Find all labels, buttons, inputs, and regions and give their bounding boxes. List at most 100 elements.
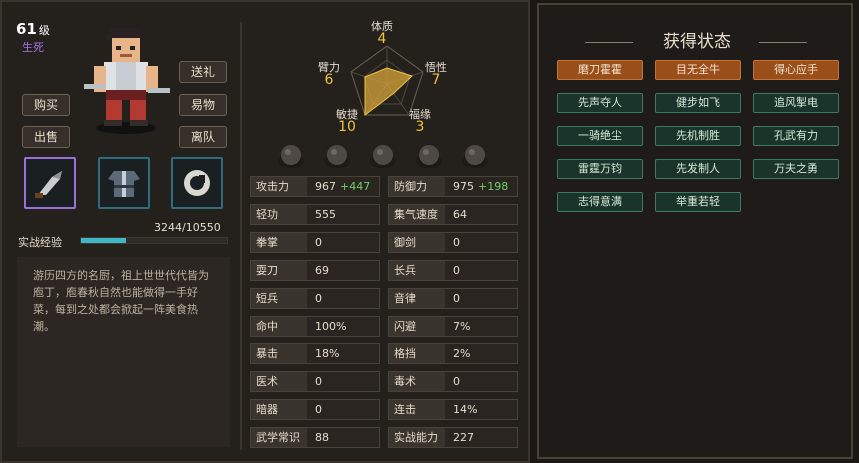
stat-value-number: 7% — [453, 319, 471, 333]
socket-slot[interactable] — [277, 143, 305, 171]
stat-value-number: 0 — [453, 235, 460, 249]
stat-bonus: +198 — [478, 180, 509, 193]
stat-value-number: 0 — [315, 235, 322, 249]
stat-row: 耍刀 69 — [250, 259, 380, 281]
stat-label: 武学常识 — [251, 428, 307, 448]
stat-label: 毒术 — [389, 372, 445, 392]
stat-value: 64 — [453, 205, 467, 224]
stat-row: 连击 14% — [388, 399, 518, 421]
sell-button[interactable]: 出售 — [22, 126, 70, 148]
stat-row: 武学常识 88 — [250, 427, 380, 449]
stat-value-number: 555 — [315, 207, 336, 221]
stat-value-number: 967 — [315, 180, 336, 193]
stat-value: 227 — [453, 428, 474, 447]
stat-value: 0 — [453, 372, 460, 391]
level-unit: 级 — [38, 24, 50, 37]
leave-button[interactable]: 离队 — [179, 126, 227, 148]
stat-value: 0 — [453, 289, 460, 308]
stat-value-number: 18% — [315, 347, 340, 361]
status-tag[interactable]: 先声夺人 — [557, 93, 643, 113]
stat-value: 0 — [315, 289, 322, 308]
stat-row: 暴击 18% — [250, 343, 380, 365]
stat-value-number: 88 — [315, 431, 329, 445]
stat-row: 防御力 975 +198 — [388, 176, 518, 197]
experience-bar — [80, 237, 228, 244]
socket-slot[interactable] — [415, 143, 443, 171]
stat-value: 975 +198 — [453, 177, 508, 196]
status-tag[interactable]: 先机制胜 — [655, 126, 741, 146]
status-tag[interactable]: 目无全牛 — [655, 60, 741, 80]
radar-value-agility: 10 — [338, 119, 356, 135]
status-tag[interactable]: 健步如飞 — [655, 93, 741, 113]
experience-label: 实战经验 — [18, 236, 62, 249]
status-tag[interactable]: 一骑绝尘 — [557, 126, 643, 146]
stat-row: 长兵 0 — [388, 259, 518, 281]
stat-value-number: 0 — [453, 375, 460, 389]
buy-button[interactable]: 购买 — [22, 94, 70, 116]
stat-label: 连击 — [389, 400, 445, 420]
stat-label: 集气速度 — [389, 204, 445, 224]
stat-value-number: 69 — [315, 263, 329, 277]
socket-slot[interactable] — [323, 143, 351, 171]
stat-label: 拳掌 — [251, 232, 307, 252]
gift-button[interactable]: 送礼 — [179, 61, 227, 83]
socket-slot[interactable] — [369, 143, 397, 171]
experience-bar-fill — [81, 238, 126, 243]
title-ornament-right — [759, 42, 807, 43]
level-value: 61 — [16, 20, 37, 38]
stat-row: 格挡 2% — [388, 343, 518, 365]
stat-label: 短兵 — [251, 288, 307, 308]
stat-row: 暗器 0 — [250, 399, 380, 421]
stat-value-number: 0 — [315, 291, 322, 305]
experience-value: 3244/10550 — [154, 221, 221, 234]
status-tag[interactable]: 万夫之勇 — [753, 159, 839, 179]
radar-value-fortune: 3 — [415, 119, 425, 135]
stat-label: 命中 — [251, 316, 307, 336]
status-tag[interactable]: 志得意满 — [557, 192, 643, 212]
status-tag[interactable]: 追风掣电 — [753, 93, 839, 113]
trade-button[interactable]: 易物 — [179, 94, 227, 116]
stat-value: 0 — [315, 233, 322, 252]
stat-row: 拳掌 0 — [250, 231, 380, 253]
stat-value: 0 — [315, 400, 322, 419]
robe-icon — [108, 171, 140, 197]
socket-slot[interactable] — [461, 143, 489, 171]
stat-value: 0 — [453, 261, 460, 280]
stat-label: 暗器 — [251, 400, 307, 420]
character-panel: 61 级 生死 送礼 购买 易物 出售 离队 3244/10550 实战经验 游… — [0, 0, 530, 463]
status-tag[interactable]: 举重若轻 — [655, 192, 741, 212]
status-panel-title: 获得状态 — [663, 32, 731, 52]
status-tag[interactable]: 孔武有力 — [753, 126, 839, 146]
stat-value-number: 975 — [453, 180, 474, 193]
cleaver-icon — [35, 171, 62, 198]
character-portrait — [84, 28, 170, 134]
stat-label: 攻击力 — [251, 177, 307, 196]
stat-label: 耍刀 — [251, 260, 307, 280]
stat-value-number: 0 — [453, 263, 460, 277]
stat-row: 实战能力 227 — [388, 427, 518, 449]
status-tag[interactable]: 雷霆万钧 — [557, 159, 643, 179]
status-tag[interactable]: 得心应手 — [753, 60, 839, 80]
stat-label: 御剑 — [389, 232, 445, 252]
stat-row: 短兵 0 — [250, 287, 380, 309]
stat-label: 长兵 — [389, 260, 445, 280]
stat-label: 防御力 — [389, 177, 445, 196]
accessory-slot[interactable] — [171, 157, 223, 209]
character-bio: 游历四方的名厨，祖上世世代代皆为庖丁，庖春秋自然也能做得一手好菜，每到之处都会掀… — [17, 257, 230, 447]
stat-value-number: 0 — [315, 403, 322, 417]
stat-label: 医术 — [251, 372, 307, 392]
armor-slot[interactable] — [98, 157, 150, 209]
status-tag[interactable]: 先发制人 — [655, 159, 741, 179]
stat-label: 闪避 — [389, 316, 445, 336]
stat-row: 御剑 0 — [388, 231, 518, 253]
stat-value: 18% — [315, 344, 339, 363]
stat-label: 格挡 — [389, 344, 445, 364]
radar-value-comprehension: 7 — [431, 72, 441, 88]
status-tag[interactable]: 磨刀霍霍 — [557, 60, 643, 80]
stat-row: 轻功 555 — [250, 203, 380, 225]
stat-value: 7% — [453, 317, 470, 336]
stat-value-number: 14% — [453, 403, 478, 417]
weapon-slot[interactable] — [24, 157, 76, 209]
stat-value: 555 — [315, 205, 336, 224]
level-display: 61 级 — [16, 20, 50, 38]
